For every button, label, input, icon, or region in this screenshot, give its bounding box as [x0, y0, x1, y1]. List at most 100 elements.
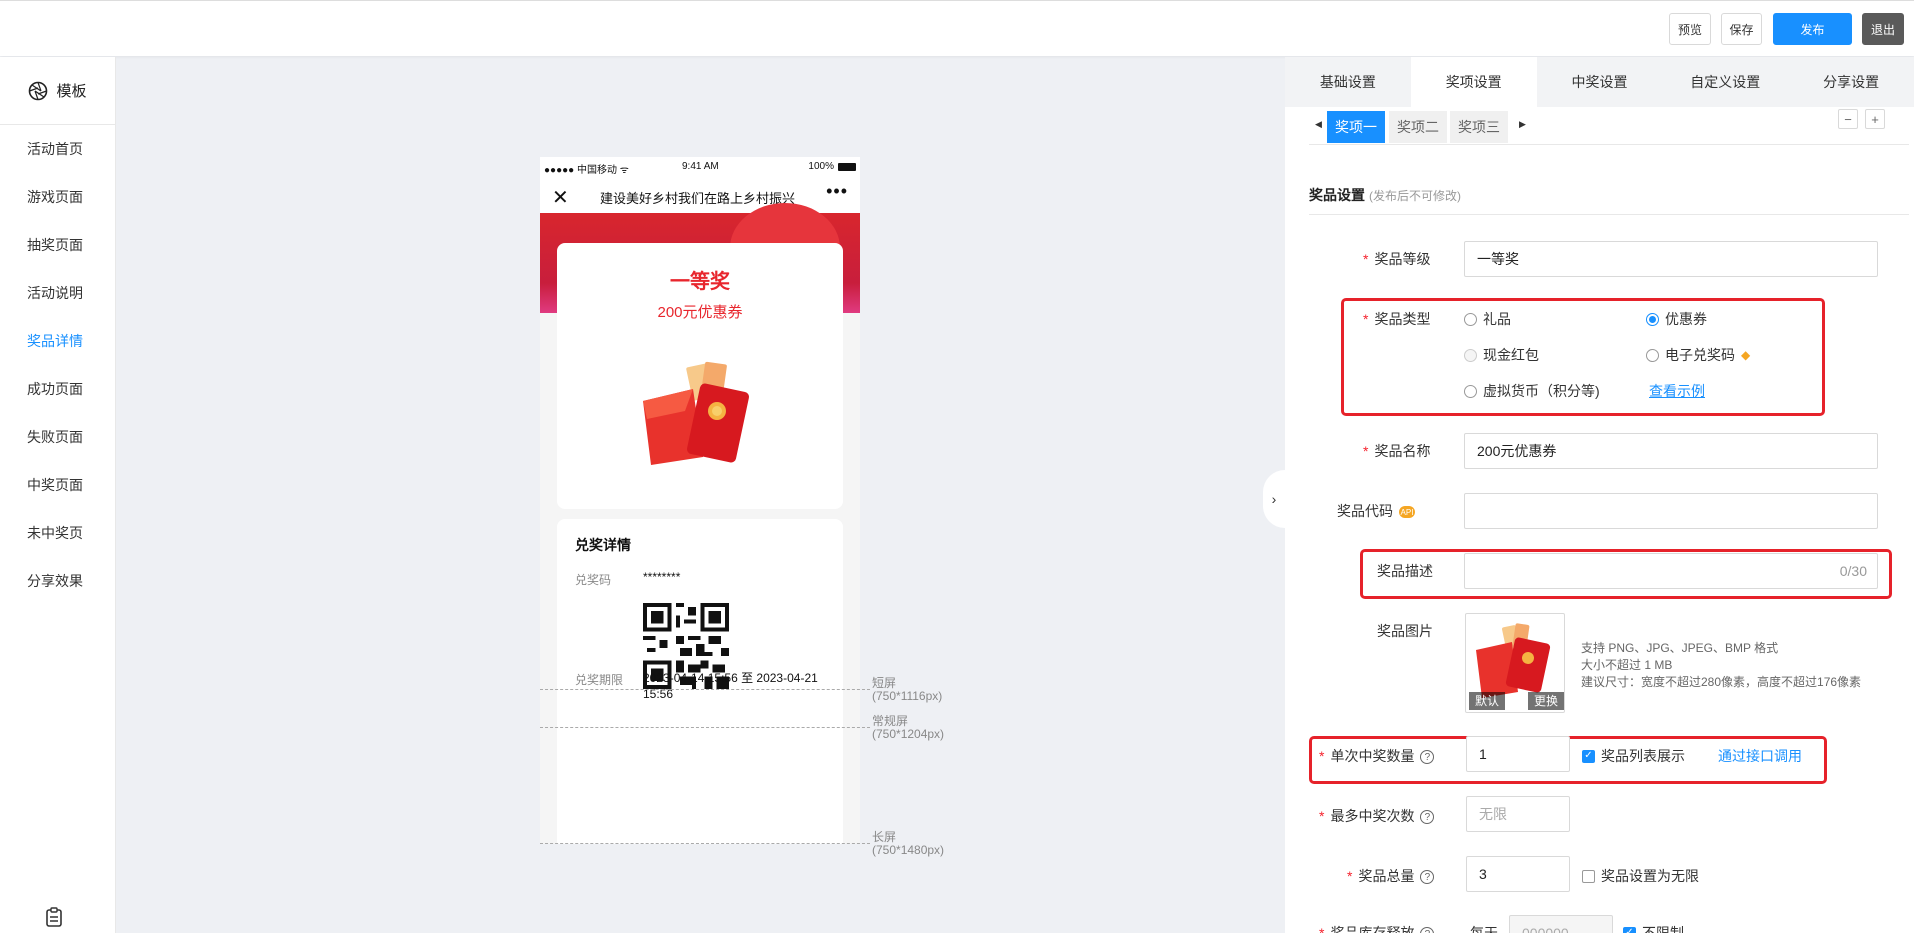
section-hint: (发布后不可修改): [1369, 189, 1461, 203]
tab-custom[interactable]: 自定义设置: [1662, 57, 1788, 107]
tab-basic[interactable]: 基础设置: [1285, 57, 1411, 107]
sidebar-item-no-win[interactable]: 未中奖页: [0, 509, 115, 557]
prize-level-input[interactable]: 一等奖: [1464, 241, 1878, 277]
settings-panel: 基础设置 奖项设置 中奖设置 自定义设置 分享设置 ◀ 奖项一 奖项二 奖项三 …: [1285, 57, 1914, 933]
list-show-checkbox[interactable]: ✓ 奖品列表展示: [1582, 746, 1685, 766]
add-prize-button[interactable]: +: [1865, 109, 1885, 129]
normal-screen-guide: [540, 727, 870, 728]
long-screen-guide: [540, 843, 870, 844]
sidebar-item-win[interactable]: 中奖页面: [0, 461, 115, 509]
caret-left-icon[interactable]: ◀: [1315, 119, 1322, 130]
preview-button[interactable]: 预览: [1669, 13, 1711, 45]
aperture-icon: [29, 81, 48, 100]
short-screen-label: 短屏 (750*1116px): [872, 676, 943, 703]
exit-button[interactable]: 退出: [1862, 13, 1904, 45]
sidebar-item-game[interactable]: 游戏页面: [0, 173, 115, 221]
save-button[interactable]: 保存: [1721, 13, 1762, 45]
char-counter: 0/30: [1839, 563, 1867, 579]
help-icon[interactable]: ?: [1420, 870, 1435, 885]
sub-tab-prize-1[interactable]: 奖项一: [1327, 111, 1385, 143]
prize-name-label: * 奖品名称: [1363, 443, 1431, 459]
unlimited-checkbox[interactable]: 奖品设置为无限: [1582, 866, 1699, 886]
tab-prize[interactable]: 奖项设置: [1410, 57, 1537, 107]
every-day-label: 每天: [1470, 925, 1498, 933]
diamond-icon: ◆: [1741, 348, 1751, 362]
stock-release-label: *奖品库存释放?: [1319, 923, 1435, 933]
caret-right-icon[interactable]: ▶: [1519, 119, 1526, 130]
publish-button[interactable]: 发布: [1773, 13, 1852, 45]
redeem-code-value: ********: [643, 570, 681, 584]
redeem-detail-card: 兑奖详情 兑奖码 ******** 兑奖期限 2023-04-14 15:56 …: [557, 519, 843, 844]
total-quantity-input[interactable]: 3: [1466, 856, 1570, 892]
per-win-input[interactable]: 1: [1466, 736, 1570, 772]
status-battery: 100%: [808, 161, 834, 172]
section-divider: [1309, 214, 1909, 215]
image-default-button[interactable]: 默认: [1469, 692, 1506, 710]
sidebar-header-label: 模板: [56, 83, 87, 100]
prize-sub-tabs: ◀ 奖项一 奖项二 奖项三 ▶: [1309, 109, 1909, 145]
prize-name-text: 200元优惠券: [657, 304, 743, 321]
redeem-period-value: 2023-04-14 15:56 至 2023-04-21 15:56: [643, 671, 818, 701]
upload-tip-format: 支持 PNG、JPG、JPEG、BMP 格式: [1581, 641, 1779, 655]
api-call-link[interactable]: 通过接口调用: [1718, 746, 1802, 766]
battery-icon: [838, 163, 856, 171]
prize-code-input[interactable]: [1464, 493, 1878, 529]
tab-winning[interactable]: 中奖设置: [1537, 57, 1663, 107]
close-icon[interactable]: ✕: [552, 185, 569, 210]
more-icon[interactable]: •••: [826, 181, 848, 202]
sidebar-template-header[interactable]: 模板: [0, 57, 115, 125]
prize-level-text: 一等奖: [670, 271, 730, 293]
sidebar-item-success[interactable]: 成功页面: [0, 365, 115, 413]
radio-cash-redpacket[interactable]: 现金红包: [1464, 345, 1539, 365]
sidebar-item-home[interactable]: 活动首页: [0, 125, 115, 173]
image-replace-button[interactable]: 更换: [1528, 692, 1564, 710]
prize-image-preview: 默认 更换: [1465, 613, 1565, 713]
tab-share[interactable]: 分享设置: [1788, 57, 1914, 107]
upload-tip-size: 大小不超过 1 MB: [1581, 658, 1673, 672]
help-icon[interactable]: ?: [1420, 810, 1435, 825]
radio-virtual-currency[interactable]: 虚拟货币（积分等): [1464, 381, 1600, 401]
phone-preview: ●●●●● 中国移动 ᯤ 9:41 AM 100% ✕ 建设美好乡村我们在路上乡…: [540, 157, 860, 844]
red-envelope-icon: [643, 361, 750, 465]
prize-settings-title: 奖品设置 (发布后不可修改): [1309, 187, 1461, 203]
normal-screen-label: 常规屏 (750*1204px): [872, 714, 945, 741]
prize-code-label: 奖品代码 API: [1337, 503, 1415, 519]
status-carrier: ●●●●● 中国移动 ᯤ: [544, 165, 629, 176]
help-icon[interactable]: ?: [1420, 750, 1435, 765]
sidebar-item-share[interactable]: 分享效果: [0, 557, 115, 605]
radio-gift[interactable]: 礼品: [1464, 309, 1511, 329]
max-win-input[interactable]: 无限: [1466, 796, 1570, 832]
remove-prize-button[interactable]: −: [1838, 109, 1858, 129]
no-limit-checkbox[interactable]: ✓ 不限制: [1623, 923, 1684, 933]
per-win-label: * 单次中奖数量?: [1319, 746, 1435, 766]
sidebar-item-fail[interactable]: 失败页面: [0, 413, 115, 461]
sidebar-item-rules[interactable]: 活动说明: [0, 269, 115, 317]
clipboard-icon[interactable]: [45, 907, 63, 927]
prize-name-input[interactable]: 200元优惠券: [1464, 433, 1878, 469]
view-example-link[interactable]: 查看示例: [1649, 381, 1705, 401]
prize-desc-label: 奖品描述: [1377, 563, 1433, 579]
status-time: 9:41 AM: [682, 161, 719, 172]
stock-release-input[interactable]: 000000: [1509, 915, 1613, 933]
panel-collapse-toggle[interactable]: ›: [1263, 470, 1285, 528]
help-icon[interactable]: ?: [1420, 927, 1435, 933]
redeem-detail-title: 兑奖详情: [575, 537, 631, 553]
prize-desc-input[interactable]: 0/30: [1464, 553, 1878, 589]
sub-tab-prize-2[interactable]: 奖项二: [1389, 111, 1447, 143]
sidebar-item-draw[interactable]: 抽奖页面: [0, 221, 115, 269]
long-screen-label: 长屏 (750*1480px): [872, 830, 945, 857]
prize-level-label: * 奖品等级: [1363, 251, 1431, 267]
sub-tab-prize-3[interactable]: 奖项三: [1450, 111, 1508, 143]
upload-tip-dimension: 建议尺寸：宽度不超过280像素，高度不超过176像素: [1581, 675, 1862, 689]
prize-card: 一等奖 200元优惠券: [557, 243, 843, 509]
radio-coupon[interactable]: 优惠券: [1646, 309, 1707, 329]
phone-status-bar: ●●●●● 中国移动 ᯤ 9:41 AM 100%: [540, 157, 860, 179]
chevron-right-icon: ›: [1271, 491, 1277, 507]
top-toolbar: 预览 保存 发布 退出: [0, 0, 1914, 56]
short-screen-guide: [540, 689, 870, 690]
total-quantity-label: * 奖品总量?: [1347, 866, 1435, 886]
prize-image-label: 奖品图片: [1377, 623, 1433, 639]
settings-tabs: 基础设置 奖项设置 中奖设置 自定义设置 分享设置: [1285, 57, 1914, 107]
radio-ecode[interactable]: 电子兑奖码 ◆: [1646, 345, 1750, 365]
sidebar-item-prize-detail[interactable]: 奖品详情: [0, 317, 115, 365]
